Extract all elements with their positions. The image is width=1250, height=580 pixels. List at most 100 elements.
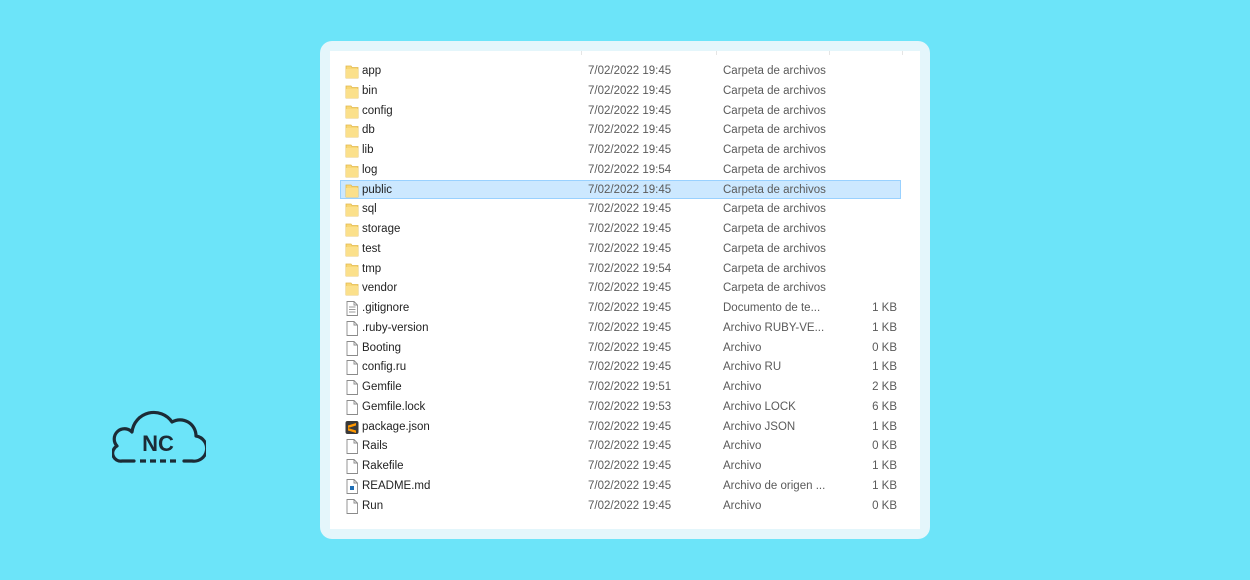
- file-date-modified: 7/02/2022 19:45: [588, 321, 672, 334]
- folder-icon: [345, 222, 359, 237]
- file-row[interactable]: config.ru 7/02/2022 19:45 Archivo RU 1 KB: [340, 357, 901, 377]
- file-row[interactable]: public 7/02/2022 19:45 Carpeta de archivos: [340, 179, 901, 200]
- file-type: Carpeta de archivos: [723, 262, 826, 275]
- file-date-modified: 7/02/2022 19:45: [588, 183, 672, 196]
- column-separator[interactable]: [829, 51, 830, 55]
- file-list: app 7/02/2022 19:45 Carpeta de archivos bin…: [330, 61, 920, 515]
- folder-icon: [345, 262, 359, 277]
- file-row[interactable]: test 7/02/2022 19:45 Carpeta de archivos: [340, 239, 901, 259]
- file-size: 0 KB: [872, 499, 897, 512]
- file-row[interactable]: log 7/02/2022 19:54 Carpeta de archivos: [340, 160, 901, 180]
- file-name: config: [362, 104, 393, 117]
- file-date-modified: 7/02/2022 19:45: [588, 460, 672, 472]
- file-date-modified: 7/02/2022 19:45: [588, 223, 672, 235]
- file-type: Carpeta de archivos: [723, 144, 826, 156]
- file-type: Archivo: [723, 499, 762, 512]
- file-name: db: [362, 124, 375, 137]
- file-row[interactable]: tmp 7/02/2022 19:54 Carpeta de archivos: [340, 259, 901, 279]
- file-date-modified: 7/02/2022 19:45: [588, 144, 672, 156]
- file-name: bin: [362, 84, 378, 97]
- file-row[interactable]: Rakefile 7/02/2022 19:45 Archivo 1 KB: [340, 456, 901, 476]
- folder-icon: [345, 143, 359, 158]
- file-size: 6 KB: [872, 400, 897, 413]
- file-row[interactable]: .gitignore 7/02/2022 19:45 Documento de te…: [340, 298, 901, 318]
- file-name: log: [362, 163, 378, 176]
- file-name: Rails: [362, 440, 388, 453]
- file-date-modified: 7/02/2022 19:54: [588, 163, 672, 176]
- file-row[interactable]: app 7/02/2022 19:45 Carpeta de archivos: [340, 61, 901, 81]
- file-date-modified: 7/02/2022 19:45: [588, 499, 672, 512]
- column-separator[interactable]: [902, 51, 903, 55]
- logo-text: NC: [142, 431, 174, 456]
- folder-icon: [345, 281, 359, 296]
- file-row[interactable]: Gemfile.lock 7/02/2022 19:53 Archivo LOCK 6…: [340, 397, 901, 417]
- file-row[interactable]: Gemfile 7/02/2022 19:51 Archivo 2 KB: [340, 377, 901, 397]
- file-row[interactable]: package.json 7/02/2022 19:45 Archivo JSON 1…: [340, 417, 901, 437]
- file-date-modified: 7/02/2022 19:45: [588, 361, 672, 374]
- file-date-modified: 7/02/2022 19:45: [588, 341, 672, 354]
- file-date-modified: 7/02/2022 19:51: [588, 381, 672, 393]
- file-name: package.json: [362, 420, 430, 433]
- file-name: .gitignore: [362, 302, 410, 314]
- file-name: storage: [362, 223, 401, 235]
- file-row[interactable]: vendor 7/02/2022 19:45 Carpeta de archivos: [340, 278, 901, 298]
- folder-icon: [345, 104, 359, 119]
- file-type: Carpeta de archivos: [723, 84, 826, 97]
- markdown-file-icon: [345, 478, 359, 494]
- file-icon: [345, 360, 359, 376]
- file-type: Carpeta de archivos: [723, 183, 826, 196]
- file-date-modified: 7/02/2022 19:45: [588, 242, 672, 255]
- folder-icon: [345, 242, 359, 257]
- file-name: Gemfile.lock: [362, 400, 426, 413]
- file-row[interactable]: README.md 7/02/2022 19:45 Archivo de orige…: [340, 476, 901, 496]
- file-row[interactable]: lib 7/02/2022 19:45 Carpeta de archivos: [340, 140, 901, 160]
- file-name: tmp: [362, 262, 382, 275]
- text-document-icon: [345, 301, 359, 316]
- file-type: Archivo de origen ...: [723, 479, 826, 492]
- folder-icon: [345, 84, 359, 99]
- file-date-modified: 7/02/2022 19:53: [588, 400, 672, 413]
- file-type: Carpeta de archivos: [723, 65, 826, 77]
- file-type: Carpeta de archivos: [723, 242, 826, 255]
- explorer-frame: app 7/02/2022 19:45 Carpeta de archivos bin…: [320, 41, 930, 539]
- file-row[interactable]: bin 7/02/2022 19:45 Carpeta de archivos: [340, 81, 901, 101]
- folder-icon: [345, 202, 359, 217]
- file-icon: [345, 439, 359, 455]
- file-icon: [345, 399, 359, 415]
- nc-cloud-logo: NC: [111, 406, 209, 468]
- file-type: Archivo: [723, 381, 762, 393]
- file-name: test: [362, 242, 381, 255]
- file-type: Carpeta de archivos: [723, 203, 826, 216]
- file-type: Carpeta de archivos: [723, 124, 826, 137]
- column-separator[interactable]: [716, 51, 717, 55]
- file-row[interactable]: .ruby-version 7/02/2022 19:45 Archivo RUBY…: [340, 318, 901, 338]
- file-name: .ruby-version: [362, 321, 429, 334]
- file-size: 1 KB: [872, 302, 897, 314]
- file-date-modified: 7/02/2022 19:45: [588, 124, 672, 137]
- file-date-modified: 7/02/2022 19:45: [588, 84, 672, 97]
- file-type: Archivo RUBY-VE...: [723, 321, 825, 334]
- file-date-modified: 7/02/2022 19:54: [588, 262, 672, 275]
- file-row[interactable]: Booting 7/02/2022 19:45 Archivo 0 KB: [340, 338, 901, 358]
- file-row[interactable]: config 7/02/2022 19:45 Carpeta de archivos: [340, 101, 901, 121]
- file-row[interactable]: Rails 7/02/2022 19:45 Archivo 0 KB: [340, 436, 901, 456]
- file-row[interactable]: storage 7/02/2022 19:45 Carpeta de archivo…: [340, 219, 901, 239]
- file-date-modified: 7/02/2022 19:45: [588, 282, 672, 295]
- file-type: Archivo: [723, 460, 762, 472]
- column-separator[interactable]: [581, 51, 582, 55]
- file-type: Carpeta de archivos: [723, 163, 826, 176]
- file-row[interactable]: db 7/02/2022 19:45 Carpeta de archivos: [340, 120, 901, 140]
- file-name: Gemfile: [362, 381, 402, 393]
- folder-icon: [345, 163, 359, 178]
- file-size: 1 KB: [872, 479, 897, 492]
- file-icon: [345, 380, 359, 395]
- file-size: 1 KB: [872, 420, 897, 433]
- file-row[interactable]: sql 7/02/2022 19:45 Carpeta de archivos: [340, 199, 901, 219]
- file-row[interactable]: Run 7/02/2022 19:45 Archivo 0 KB: [340, 496, 901, 516]
- file-name: Booting: [362, 341, 402, 354]
- file-type: Carpeta de archivos: [723, 282, 826, 295]
- file-type: Archivo RU: [723, 361, 782, 374]
- file-name: README.md: [362, 479, 431, 492]
- file-name: public: [362, 183, 393, 196]
- file-type: Archivo: [723, 341, 762, 354]
